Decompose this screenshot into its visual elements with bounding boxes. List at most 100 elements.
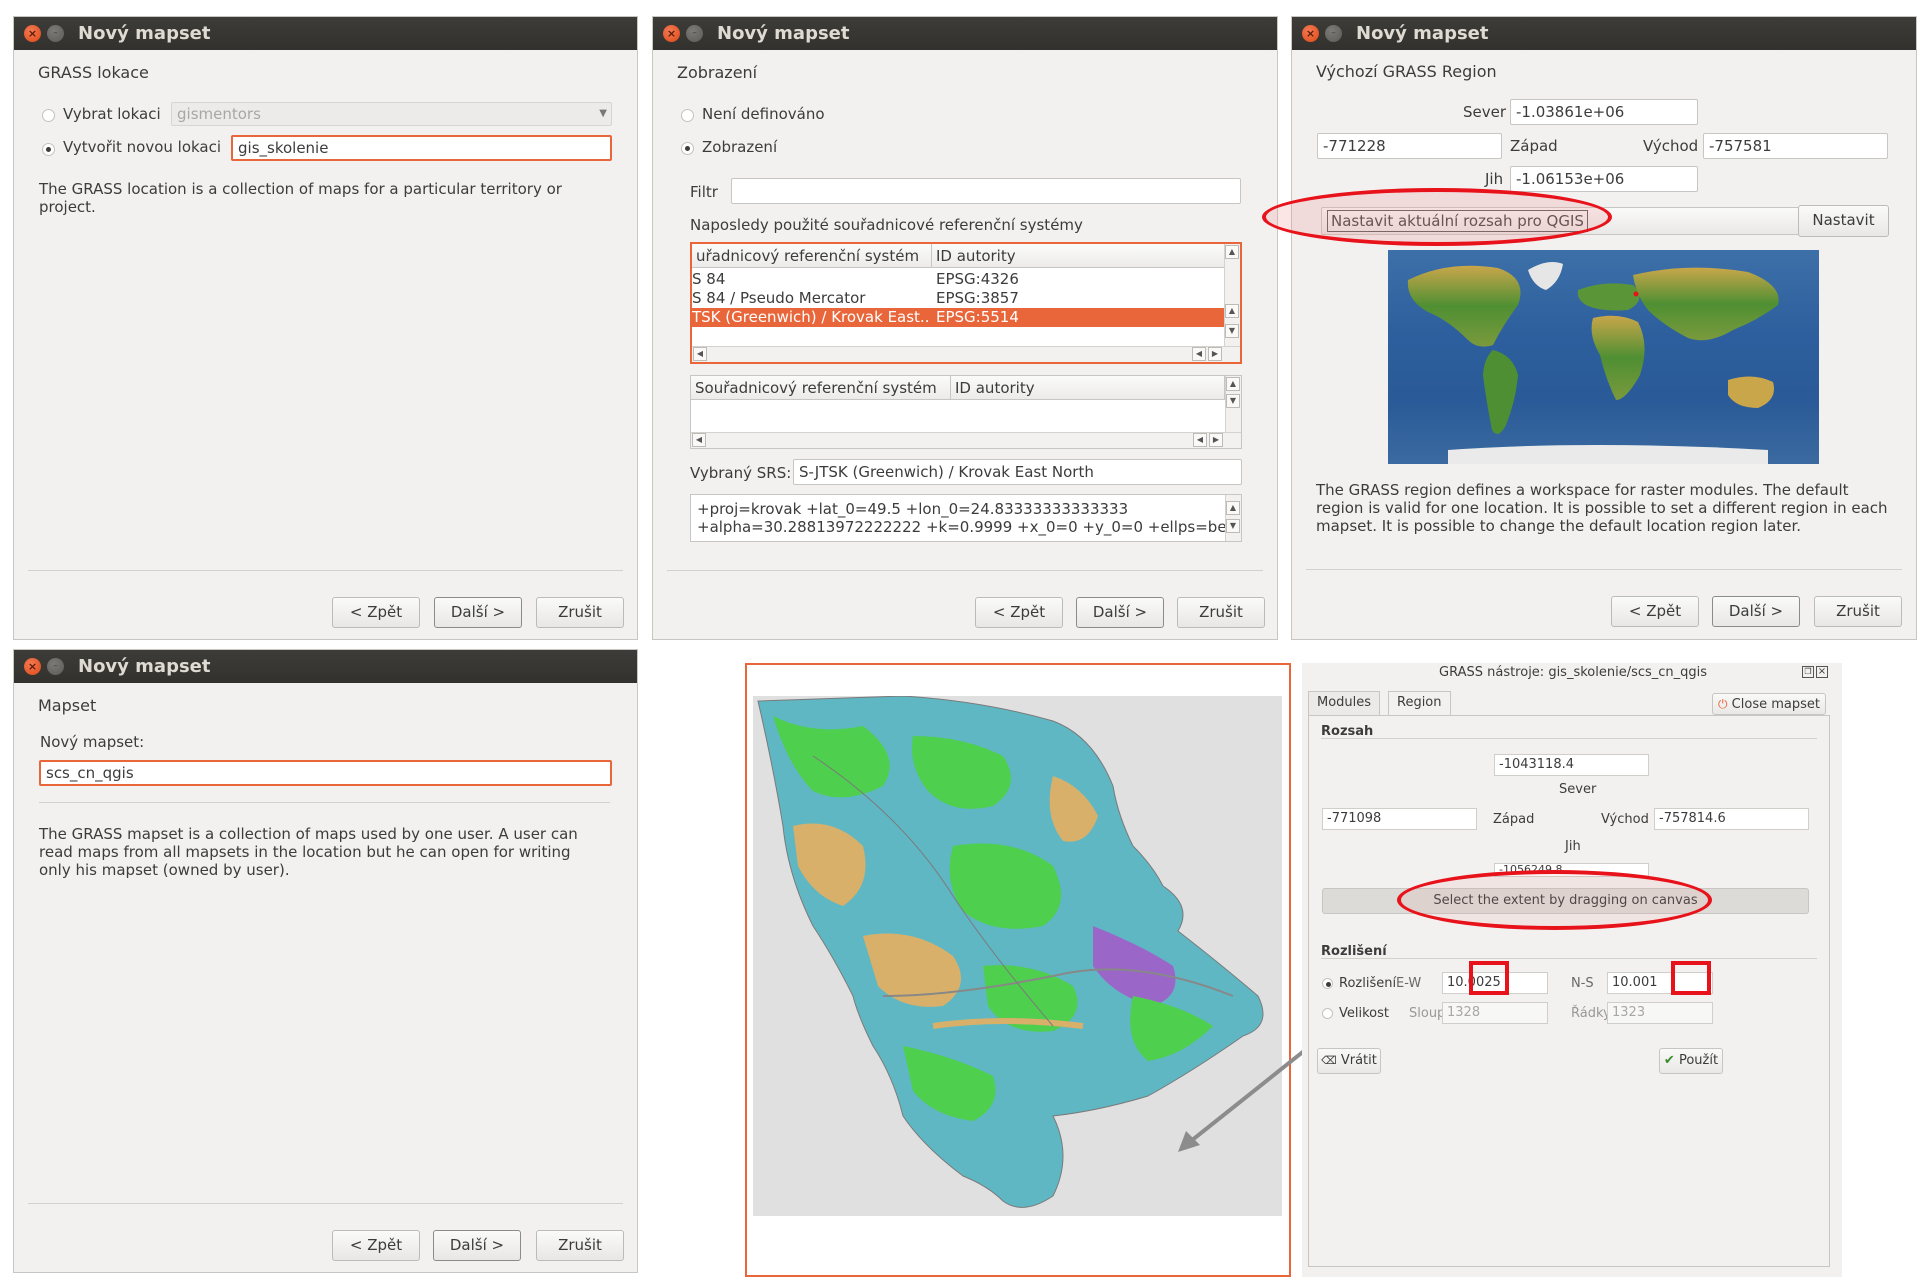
cancel-button[interactable]: Zrušit	[1177, 597, 1265, 628]
column-header-crs[interactable]: Souřadnicový referenční systém	[691, 376, 951, 400]
next-button[interactable]: Další >	[1712, 596, 1800, 627]
back-button[interactable]: < Zpět	[975, 597, 1063, 628]
region-tab-content: Rozsah -1043118.4 Sever -771098 Západ Vý…	[1308, 715, 1830, 1267]
radio-resolution[interactable]	[1322, 978, 1333, 989]
scroll-left-icon[interactable]: ◀	[692, 433, 706, 447]
west-input[interactable]: -771228	[1317, 133, 1502, 159]
annotation-ellipse	[1397, 870, 1712, 930]
horizontal-scrollbar[interactable]: ◀ ◀ ▶	[692, 346, 1240, 362]
scroll-left-icon[interactable]: ◀	[1193, 433, 1207, 447]
column-header-authority[interactable]: ID autority	[951, 376, 1225, 400]
float-icon[interactable]: ❐	[1802, 666, 1814, 678]
scroll-up-icon[interactable]: ▲	[1225, 245, 1239, 259]
column-header-authority[interactable]: ID autority	[932, 244, 1226, 268]
close-icon[interactable]: ×	[1302, 25, 1319, 42]
radio-create-location[interactable]	[42, 143, 55, 156]
scroll-down-icon[interactable]: ▼	[1226, 394, 1240, 408]
south-label: Jih	[1485, 170, 1504, 188]
tab-region[interactable]: Region	[1388, 691, 1451, 715]
recent-crs-table[interactable]: uřadnicový referenční systém ID autority…	[690, 242, 1242, 364]
table-cell-crs: S 84	[692, 270, 726, 288]
apply-button[interactable]: ✔ Použít	[1659, 1048, 1723, 1074]
radio-not-defined[interactable]	[681, 109, 694, 122]
vertical-scrollbar[interactable]: ▲ ▲ ▼	[1224, 244, 1240, 346]
minimize-icon[interactable]: –	[1325, 25, 1342, 42]
revert-label: Vrátit	[1340, 1053, 1377, 1068]
minimize-icon[interactable]: –	[47, 25, 64, 42]
world-map[interactable]	[1388, 250, 1819, 464]
scroll-up-icon[interactable]: ▲	[1226, 501, 1240, 515]
back-button[interactable]: < Zpět	[332, 597, 420, 628]
north-input[interactable]: -1.03861e+06	[1510, 99, 1698, 125]
new-location-input[interactable]: gis_skolenie	[231, 135, 612, 161]
cols-input[interactable]: 1328	[1442, 1002, 1548, 1024]
scroll-down-icon[interactable]: ▼	[1225, 324, 1239, 338]
divider	[1306, 569, 1902, 570]
window-title: Nový mapset	[717, 23, 850, 44]
rows-input[interactable]: 1323	[1607, 1002, 1713, 1024]
horizontal-scrollbar[interactable]: ◀ ◀ ▶	[691, 432, 1241, 448]
vertical-scrollbar[interactable]: ▲ ▼	[1225, 376, 1241, 432]
minimize-icon[interactable]: –	[686, 25, 703, 42]
resolution-section-label: Rozlišení	[1321, 944, 1387, 959]
new-mapset-dialog-region: × – Nový mapset Výchozí GRASS Region Sev…	[1291, 16, 1917, 640]
tab-modules[interactable]: Modules	[1308, 691, 1381, 715]
close-icon[interactable]: ×	[663, 25, 680, 42]
radio-size[interactable]	[1322, 1008, 1333, 1019]
location-select[interactable]: gismentors ▼	[171, 102, 612, 126]
south-label: Jih	[1565, 839, 1581, 854]
back-button[interactable]: < Zpět	[332, 1230, 420, 1261]
mapset-description: The GRASS mapset is a collection of maps…	[39, 825, 578, 879]
scroll-up-icon[interactable]: ▲	[1225, 304, 1239, 318]
minimize-icon[interactable]: –	[47, 658, 64, 675]
north-input[interactable]: -1043118.4	[1494, 754, 1649, 776]
titlebar: × – Nový mapset	[14, 650, 637, 683]
close-icon[interactable]: ×	[1816, 666, 1828, 678]
next-button[interactable]: Další >	[433, 1230, 521, 1261]
radio-projection[interactable]	[681, 142, 694, 155]
divider	[39, 802, 610, 803]
crs-table[interactable]: Souřadnicový referenční systém ID autori…	[690, 375, 1242, 449]
recent-crs-label: Naposledy použité souřadnicové referenčn…	[690, 216, 1083, 234]
table-row[interactable]: S 84 EPSG:4326	[692, 270, 1226, 289]
radio-select-location[interactable]	[42, 109, 55, 122]
scroll-down-icon[interactable]: ▼	[1226, 519, 1240, 533]
radio-projection-label: Zobrazení	[702, 138, 778, 156]
ns-label: N-S	[1571, 976, 1594, 991]
close-mapset-button[interactable]: ⏻ Close mapset	[1712, 693, 1826, 715]
east-label: Východ	[1601, 812, 1649, 827]
new-mapset-dialog-mapset: × – Nový mapset Mapset Nový mapset: scs_…	[13, 649, 638, 1273]
east-input[interactable]: -757581	[1703, 133, 1888, 159]
east-input[interactable]: -757814.6	[1654, 808, 1809, 830]
back-button[interactable]: < Zpět	[1611, 596, 1699, 627]
rows-label: Řádky	[1571, 1006, 1611, 1021]
south-input[interactable]: -1.06153e+06	[1510, 166, 1698, 192]
close-icon[interactable]: ×	[24, 658, 41, 675]
cancel-button[interactable]: Zrušit	[536, 1230, 624, 1261]
scroll-right-icon[interactable]: ▶	[1209, 433, 1223, 447]
new-mapset-input[interactable]: scs_cn_qgis	[39, 760, 612, 786]
filter-input[interactable]	[731, 178, 1241, 204]
table-row[interactable]: S 84 / Pseudo Mercator EPSG:3857	[692, 289, 1226, 308]
radio-resolution-label: Rozlišení	[1339, 976, 1397, 991]
scroll-right-icon[interactable]: ▶	[1208, 347, 1222, 361]
next-button[interactable]: Další >	[1076, 597, 1164, 628]
region-description: The GRASS region defines a workspace for…	[1316, 481, 1888, 535]
scroll-left-icon[interactable]: ◀	[1192, 347, 1206, 361]
scroll-up-icon[interactable]: ▲	[1226, 377, 1240, 391]
cancel-button[interactable]: Zrušit	[536, 597, 624, 628]
cancel-button[interactable]: Zrušit	[1814, 596, 1902, 627]
vertical-scrollbar[interactable]: ▲ ▼	[1225, 495, 1241, 541]
new-mapset-label: Nový mapset:	[40, 733, 145, 751]
west-input[interactable]: -771098	[1322, 808, 1477, 830]
close-icon[interactable]: ×	[24, 25, 41, 42]
check-icon: ✔	[1663, 1053, 1675, 1068]
revert-button[interactable]: ⌫ Vrátit	[1317, 1048, 1381, 1074]
grass-tools-panel: GRASS nástroje: gis_skolenie/scs_cn_qgis…	[1302, 663, 1842, 1277]
column-header-crs[interactable]: uřadnicový referenční systém	[692, 244, 932, 268]
west-label: Západ	[1510, 137, 1558, 155]
table-row-selected[interactable]: TSK (Greenwich) / Krovak East... EPSG:55…	[692, 308, 1226, 327]
set-button[interactable]: Nastavit	[1798, 205, 1889, 237]
scroll-left-icon[interactable]: ◀	[693, 347, 707, 361]
next-button[interactable]: Další >	[434, 597, 522, 628]
